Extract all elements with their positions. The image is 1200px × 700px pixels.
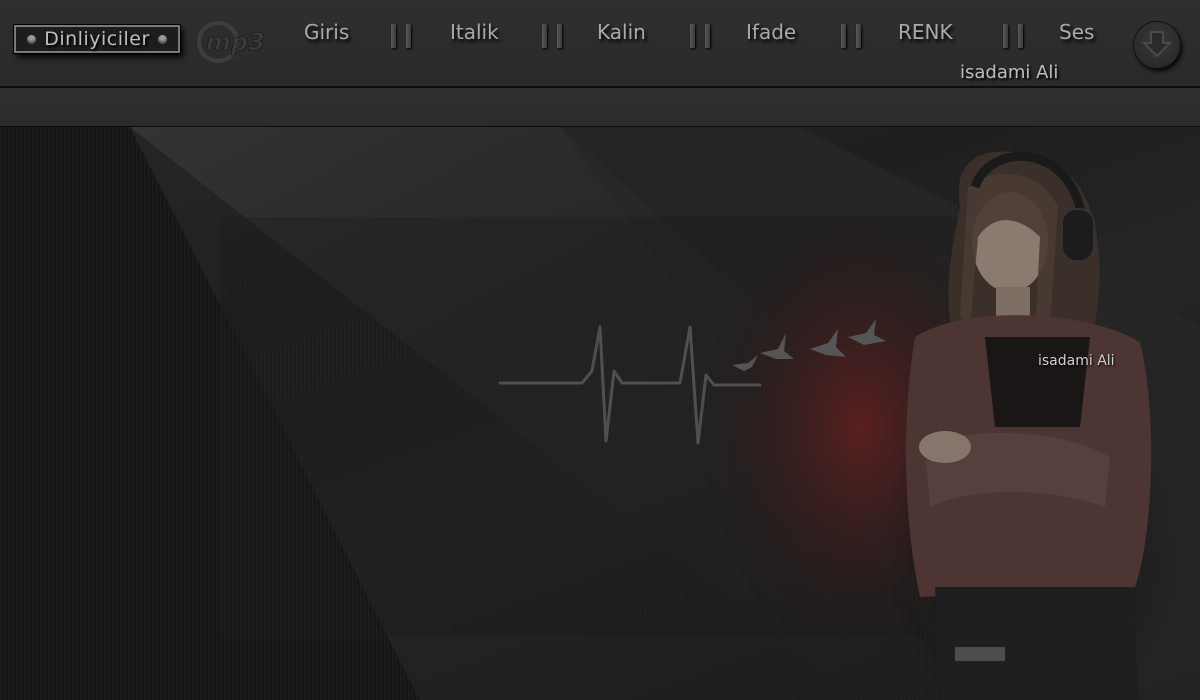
mp3-logo: mp3 (197, 21, 265, 63)
menu-separator (1003, 24, 1023, 48)
download-button[interactable] (1134, 22, 1180, 68)
menu-item-ifade[interactable]: Ifade (746, 20, 796, 44)
dot-icon (27, 34, 37, 44)
menu-item-renk[interactable]: RENK (898, 20, 953, 44)
listeners-button[interactable]: Dinliyiciler (14, 25, 180, 53)
author-name: isadami Ali (960, 62, 1059, 83)
menu-separator (391, 24, 411, 48)
secondary-bar (0, 88, 1200, 127)
background-art (0, 127, 1200, 700)
top-toolbar: Dinliyiciler mp3 Giris Italik Kalin Ifad… (0, 0, 1200, 88)
background-scene: isadami Ali (0, 127, 1200, 700)
download-arrow-icon (1141, 31, 1173, 58)
author-watermark: isadami Ali (1038, 353, 1115, 369)
mp3-logo-text: mp3 (206, 28, 265, 56)
headphones-icon (1061, 208, 1095, 262)
menu-item-ses[interactable]: Ses (1059, 20, 1094, 44)
menu-separator (542, 24, 562, 48)
listeners-label: Dinliyiciler (44, 28, 150, 50)
menu-item-italik[interactable]: Italik (450, 20, 499, 44)
menu-separator (690, 24, 710, 48)
menu-separator (841, 24, 861, 48)
menu-item-giris[interactable]: Giris (304, 20, 349, 44)
dot-icon (157, 34, 167, 44)
menu-item-kalin[interactable]: Kalin (597, 20, 646, 44)
